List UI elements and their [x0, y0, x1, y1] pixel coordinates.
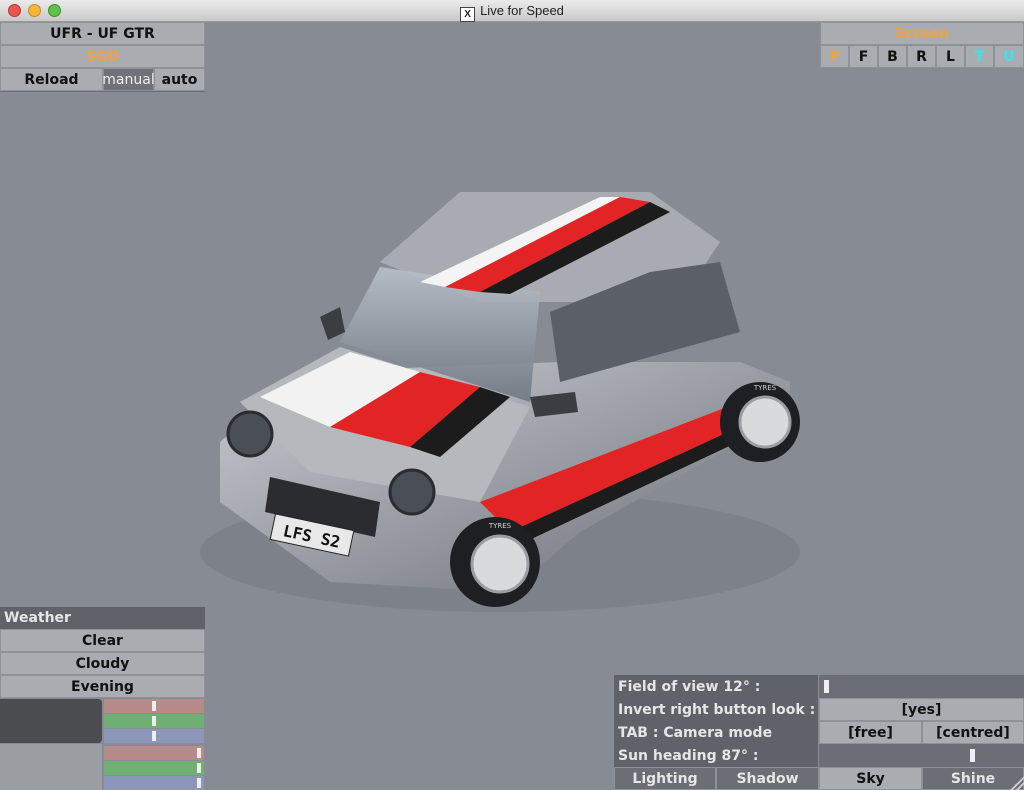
slider-handle[interactable] — [197, 778, 201, 788]
tab-sky[interactable]: Sky — [819, 767, 922, 790]
rear-right-rim — [738, 395, 792, 449]
screen-title: Screen — [820, 22, 1024, 45]
screen-button-p[interactable]: P — [820, 45, 849, 68]
x11-icon: X — [460, 7, 476, 22]
sun-green-slider[interactable] — [104, 761, 204, 775]
ambient-blue-slider[interactable] — [104, 729, 204, 743]
slider-handle[interactable] — [152, 731, 156, 741]
manual-button[interactable]: manual — [102, 68, 155, 91]
reload-button[interactable]: Reload — [0, 68, 103, 91]
screen-panel: Screen P F B R L T U — [820, 22, 1024, 68]
screen-button-t[interactable]: T — [965, 45, 994, 68]
weather-title: Weather — [0, 607, 205, 629]
fov-slider[interactable] — [819, 675, 1024, 698]
left-mirror — [320, 307, 345, 340]
ambient-green-slider[interactable] — [104, 714, 204, 728]
car-name-button[interactable]: UFR - UF GTR — [0, 22, 205, 45]
ambient-color-swatch[interactable] — [0, 699, 102, 743]
tab-shadow[interactable]: Shadow — [716, 767, 819, 790]
game-viewport[interactable]: LFS S2 TYRES TYRES UFR - UF GTR SGD Relo… — [0, 22, 1024, 790]
screen-button-f[interactable]: F — [849, 45, 878, 68]
skin-button[interactable]: SGD — [0, 45, 205, 68]
sun-blue-slider[interactable] — [104, 776, 204, 790]
left-headlight — [226, 410, 274, 458]
resize-grip-icon[interactable] — [1010, 776, 1024, 790]
front-tyre-text: TYRES — [488, 522, 512, 530]
sun-heading-slider[interactable] — [819, 744, 1024, 767]
camera-mode-centred[interactable]: [centred] — [922, 721, 1024, 744]
view-settings-panel: Field of view 12° : Invert right button … — [614, 675, 1024, 790]
slider-handle[interactable] — [970, 749, 976, 762]
auto-button[interactable]: auto — [154, 68, 205, 91]
camera-mode-free[interactable]: [free] — [819, 721, 922, 744]
screen-button-r[interactable]: R — [907, 45, 936, 68]
screen-button-u[interactable]: U — [994, 45, 1024, 68]
slider-handle[interactable] — [197, 763, 201, 773]
weather-option-clear[interactable]: Clear — [0, 629, 205, 652]
window-titlebar: X Live for Speed — [0, 0, 1024, 22]
ambient-red-slider[interactable] — [104, 699, 204, 713]
car-panel: UFR - UF GTR SGD Reload manual auto — [0, 22, 205, 92]
slider-handle[interactable] — [152, 716, 156, 726]
fov-label: Field of view 12° : — [614, 675, 818, 698]
rear-tyre-text: TYRES — [753, 384, 777, 392]
slider-handle[interactable] — [197, 748, 201, 758]
invert-look-label: Invert right button look : — [614, 698, 818, 721]
sun-red-slider[interactable] — [104, 746, 204, 760]
camera-mode-label: TAB : Camera mode — [614, 721, 818, 744]
screen-button-b[interactable]: B — [878, 45, 907, 68]
slider-handle[interactable] — [152, 701, 156, 711]
weather-option-cloudy[interactable]: Cloudy — [0, 652, 205, 675]
sun-color-swatch[interactable] — [0, 744, 102, 790]
window-title: X Live for Speed — [0, 3, 1024, 22]
weather-option-evening[interactable]: Evening — [0, 675, 205, 698]
car-preview[interactable]: LFS S2 TYRES TYRES — [180, 172, 820, 642]
front-right-rim — [470, 534, 530, 594]
weather-panel: Weather Clear Cloudy Evening — [0, 607, 205, 790]
slider-handle[interactable] — [824, 680, 829, 693]
invert-look-toggle[interactable]: [yes] — [819, 698, 1024, 721]
screen-button-l[interactable]: L — [936, 45, 965, 68]
right-headlight — [388, 468, 436, 516]
tab-shine[interactable]: Shine — [922, 767, 1024, 790]
sun-heading-label: Sun heading 87° : — [614, 744, 818, 767]
tab-lighting[interactable]: Lighting — [614, 767, 716, 790]
